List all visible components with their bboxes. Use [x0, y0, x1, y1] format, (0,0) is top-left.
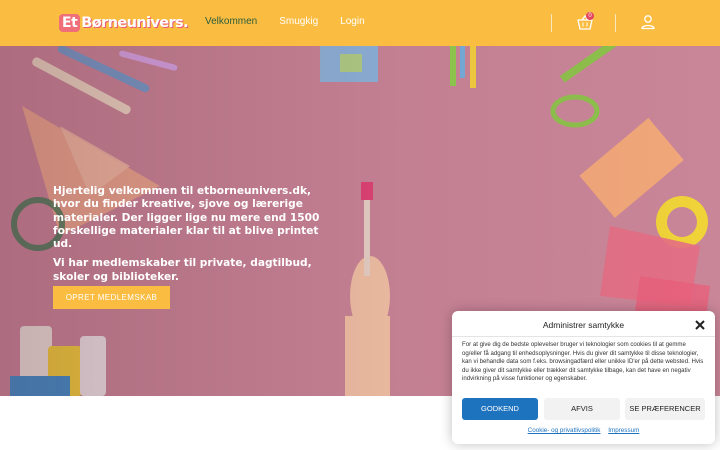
consent-text: For at give dig de bedste oplevelser bru… [462, 341, 704, 382]
consent-divider [452, 336, 715, 337]
consent-title: Administrer samtykke [542, 320, 625, 330]
nav-item-velkommen[interactable]: Velkommen [205, 16, 257, 27]
create-membership-button[interactable]: OPRET MEDLEMSKAB [53, 286, 170, 309]
accept-button[interactable]: GODKEND [462, 398, 538, 420]
user-icon[interactable] [640, 14, 656, 30]
hero-paragraph-membership: Vi har medlemskaber til private, dagtilb… [53, 257, 312, 283]
logo-name: Børneunivers. [81, 15, 188, 31]
logo-prefix: Et [59, 14, 81, 32]
impressum-link[interactable]: Impressum [608, 427, 639, 434]
consent-links: Cookie- og privatlivspolitik Impressum [452, 427, 715, 434]
main-nav: Velkommen Smugkig Login [205, 16, 387, 27]
close-icon[interactable] [694, 319, 706, 331]
site-header: Et Børneunivers. Velkommen Smugkig Login… [0, 0, 720, 46]
hero-text: Hjertelig velkommen til etborneunivers.d… [53, 185, 329, 290]
nav-item-login[interactable]: Login [340, 16, 364, 27]
view-preferences-button[interactable]: SE PRÆFERENCER [625, 398, 705, 420]
privacy-policy-link[interactable]: Cookie- og privatlivspolitik [528, 427, 601, 434]
header-divider [551, 14, 552, 32]
header-divider [615, 14, 616, 32]
cookie-consent-dialog: Administrer samtykke For at give dig de … [452, 311, 715, 444]
hero-paragraph-intro: Hjertelig velkommen til etborneunivers.d… [53, 185, 320, 251]
nav-item-smugkig[interactable]: Smugkig [279, 16, 318, 27]
site-logo[interactable]: Et Børneunivers. [59, 12, 189, 34]
deny-button[interactable]: AFVIS [544, 398, 620, 420]
cart-count-badge: 0 [586, 12, 594, 20]
